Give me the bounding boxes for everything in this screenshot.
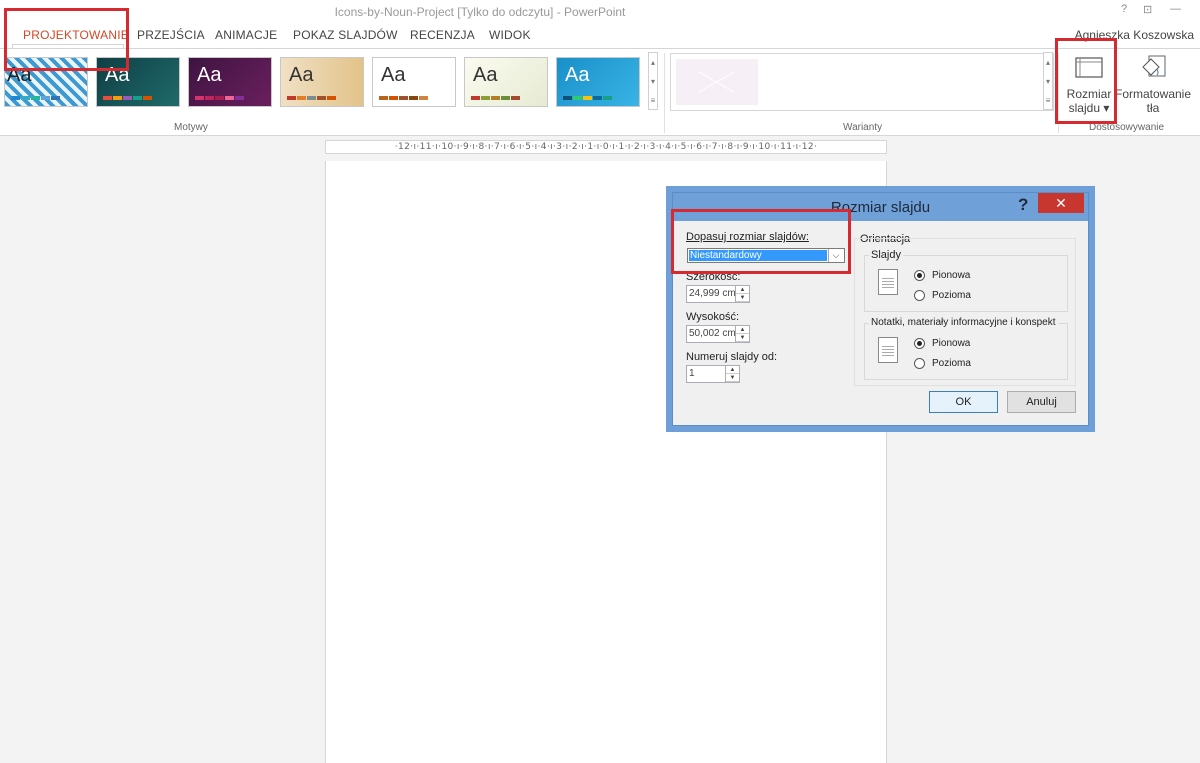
ribbon-display-icon[interactable]: ⊡ [1143, 3, 1152, 16]
format-background-label-1: Formatowanie [1114, 87, 1192, 101]
portrait-page-icon [878, 269, 898, 295]
themes-gallery-scrollbar[interactable]: ▴ ▾ ≡ [648, 52, 658, 110]
tab-przejscia[interactable]: PRZEJŚCIA [137, 28, 205, 42]
theme-thumbnail-text: Aa [7, 64, 32, 86]
cancel-button[interactable]: Anuluj [1007, 391, 1076, 413]
dialog-title-bar[interactable]: Rozmiar slajdu ? ✕ [673, 193, 1088, 221]
width-value: 24,999 cm [689, 288, 736, 299]
spin-up-icon[interactable]: ▲ [736, 326, 749, 334]
theme-thumbnail-text: Aa [289, 64, 314, 86]
help-icon[interactable]: ? [1121, 3, 1127, 15]
chevron-down-icon[interactable]: ⌵ [828, 249, 843, 262]
spin-down-icon[interactable]: ▼ [736, 334, 749, 342]
slide-size-dialog: Rozmiar slajdu ? ✕ Dopasuj rozmiar slajd… [672, 192, 1089, 426]
format-background-label-2: tła [1146, 101, 1160, 115]
scroll-down-icon[interactable]: ▾ [649, 72, 657, 91]
fit-label: Dopasuj rozmiar slajdów: [686, 231, 809, 243]
theme-thumbnail-7[interactable]: Aa [556, 57, 640, 107]
theme-thumbnail-5[interactable]: Aa [372, 57, 456, 107]
theme-thumbnail-text: Aa [197, 64, 222, 86]
slides-orientation-group: Slajdy Pionowa Pozioma [864, 249, 1068, 312]
minimize-icon[interactable]: — [1170, 3, 1181, 15]
tab-recenzja[interactable]: RECENZJA [410, 28, 475, 42]
user-name[interactable]: Agnieszka Koszowska [1075, 28, 1194, 42]
slide-size-button[interactable]: Rozmiar slajdu ▾ [1062, 53, 1116, 115]
theme-thumbnail-4[interactable]: Aa [280, 57, 364, 107]
slides-landscape-radio[interactable] [914, 290, 925, 301]
spin-up-icon[interactable]: ▲ [736, 286, 749, 294]
horizontal-ruler: ·12·ı·11·ı·10·ı·9·ı·8·ı·7·ı·6·ı·5·ı·4·ı·… [325, 140, 887, 154]
window-title: Icons-by-Noun-Project [Tylko do odczytu]… [334, 5, 626, 19]
variants-gallery-scrollbar[interactable]: ▴ ▾ ≡ [1043, 52, 1053, 110]
format-background-button[interactable]: Formatowanie tła [1114, 53, 1192, 115]
variants-group-label: Warianty [843, 122, 883, 133]
themes-group-label: Motywy [174, 122, 208, 133]
notes-label: Notatki, materiały informacyjne i konspe… [869, 317, 1058, 328]
height-value: 50,002 cm [689, 328, 736, 339]
group-divider [1058, 53, 1059, 133]
portrait-page-icon [878, 337, 898, 363]
theme-thumbnail-1[interactable]: Aa [4, 57, 88, 107]
slides-label: Slajdy [869, 249, 903, 261]
slide-size-icon [1075, 57, 1103, 78]
fit-size-dropdown[interactable]: Niestandardowy ⌵ [687, 248, 845, 263]
theme-thumbnail-text: Aa [473, 64, 498, 86]
slides-landscape-label: Pozioma [932, 290, 971, 301]
notes-portrait-radio[interactable] [914, 338, 925, 349]
slide-size-label-1: Rozmiar [1066, 87, 1112, 101]
customize-group-label: Dostosowywanie [1089, 122, 1165, 133]
width-spinner[interactable]: 24,999 cm ▲ ▼ [686, 285, 750, 303]
dialog-help-icon[interactable]: ? [1018, 195, 1028, 215]
width-label: Szerokość: [686, 271, 741, 283]
theme-thumbnail-6[interactable]: Aa [464, 57, 548, 107]
number-from-label: Numeruj slajdy od: [686, 351, 778, 363]
theme-thumbnail-2[interactable]: Aa [96, 57, 180, 107]
scroll-down-icon[interactable]: ▾ [1044, 72, 1052, 91]
theme-thumbnail-text: Aa [105, 64, 130, 86]
number-from-spinner[interactable]: 1 ▲ ▼ [686, 365, 740, 383]
gallery-more-icon[interactable]: ≡ [1044, 91, 1052, 110]
height-spinner[interactable]: 50,002 cm ▲ ▼ [686, 325, 750, 343]
ribbon: Aa Aa Aa Aa Aa Aa Aa ▴ ▾ ≡ Motywy ▴ ▾ ≡ … [0, 48, 1200, 136]
gallery-more-icon[interactable]: ≡ [649, 91, 657, 110]
theme-thumbnail-3[interactable]: Aa [188, 57, 272, 107]
tab-projektowanie[interactable]: PROJEKTOWANIE [23, 28, 129, 42]
group-divider [664, 53, 665, 133]
slides-portrait-label: Pionowa [932, 270, 971, 281]
theme-thumbnail-text: Aa [565, 64, 590, 86]
variants-gallery[interactable] [670, 53, 1054, 111]
tab-pokaz-slajdow[interactable]: POKAZ SLAJDÓW [293, 28, 398, 42]
slide-size-label-2: slajdu ▾ [1068, 101, 1110, 115]
fit-size-value: Niestandardowy [689, 250, 827, 261]
scroll-up-icon[interactable]: ▴ [649, 53, 657, 72]
variant-thumbnail[interactable] [676, 59, 758, 105]
ok-button[interactable]: OK [929, 391, 998, 413]
format-background-icon [1142, 55, 1166, 77]
notes-portrait-label: Pionowa [932, 338, 971, 349]
ribbon-tabs: PROJEKTOWANIE PRZEJŚCIA ANIMACJE POKAZ S… [0, 22, 1200, 72]
notes-landscape-label: Pozioma [932, 358, 971, 369]
number-from-value: 1 [689, 368, 695, 379]
height-label: Wysokość: [686, 311, 740, 323]
notes-landscape-radio[interactable] [914, 358, 925, 369]
title-bar: Icons-by-Noun-Project [Tylko do odczytu]… [0, 0, 1200, 22]
slides-portrait-radio[interactable] [914, 270, 925, 281]
dialog-body: Dopasuj rozmiar slajdów: Niestandardowy … [680, 221, 1081, 421]
dialog-close-button[interactable]: ✕ [1038, 193, 1084, 213]
spin-down-icon[interactable]: ▼ [726, 374, 739, 382]
theme-thumbnail-text: Aa [381, 64, 406, 86]
spin-up-icon[interactable]: ▲ [726, 366, 739, 374]
notes-orientation-group: Notatki, materiały informacyjne i konspe… [864, 317, 1068, 380]
scroll-up-icon[interactable]: ▴ [1044, 53, 1052, 72]
tab-widok[interactable]: WIDOK [489, 28, 531, 42]
spin-down-icon[interactable]: ▼ [736, 294, 749, 302]
tab-animacje[interactable]: ANIMACJE [215, 28, 277, 42]
